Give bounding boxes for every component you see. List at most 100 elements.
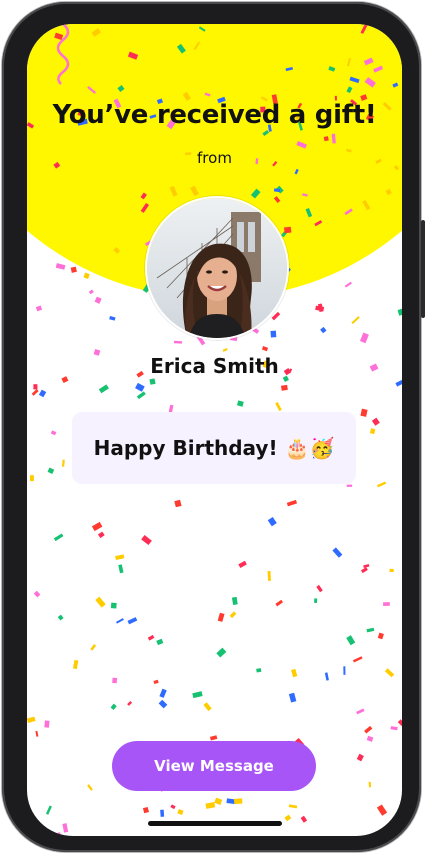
confetti-piece <box>27 716 36 724</box>
confetti-piece <box>35 730 39 737</box>
confetti-piece <box>55 263 66 270</box>
confetti-piece <box>135 382 145 392</box>
confetti-piece <box>29 831 36 836</box>
sender-photo-icon <box>147 198 287 338</box>
confetti-piece <box>72 659 79 670</box>
confetti-piece <box>33 590 41 598</box>
confetti-piece <box>147 634 155 641</box>
confetti-piece <box>363 563 370 569</box>
confetti-piece <box>286 499 298 507</box>
confetti-piece <box>384 668 395 678</box>
confetti-piece <box>87 784 93 791</box>
confetti-piece <box>62 823 69 833</box>
sender-name: Erica Smith <box>150 354 279 378</box>
confetti-piece <box>275 599 284 607</box>
confetti-piece <box>217 612 225 622</box>
sender-avatar <box>145 196 289 340</box>
confetti-piece <box>203 702 212 712</box>
confetti-piece <box>369 428 376 435</box>
confetti-piece <box>397 307 402 316</box>
confetti-piece <box>346 484 353 487</box>
confetti-piece <box>238 560 247 568</box>
confetti-piece <box>55 831 62 836</box>
confetti-piece <box>315 305 325 312</box>
confetti-piece <box>261 346 269 352</box>
confetti-piece <box>44 720 50 728</box>
from-label: from <box>197 149 232 167</box>
confetti-piece <box>116 618 124 624</box>
gift-screen: You’ve received a gift! from Erica Smith… <box>27 24 402 836</box>
confetti-piece <box>30 475 34 482</box>
power-button <box>421 220 425 318</box>
confetti-piece <box>316 584 323 593</box>
confetti-piece <box>356 753 364 762</box>
gift-message-text: Happy Birthday! 🎂🥳 <box>93 436 335 460</box>
confetti-piece <box>214 797 223 805</box>
confetti-piece <box>142 806 149 814</box>
confetti-piece <box>160 809 165 817</box>
confetti-piece <box>346 635 356 646</box>
confetti-piece <box>397 719 402 726</box>
confetti-piece <box>359 332 369 344</box>
confetti-piece <box>115 554 125 561</box>
confetti-piece <box>88 289 94 295</box>
confetti-piece <box>53 533 64 542</box>
confetti-piece <box>371 417 380 426</box>
confetti-piece <box>229 611 237 619</box>
confetti-piece <box>112 677 118 684</box>
confetti-piece <box>141 534 152 546</box>
confetti-piece <box>149 378 156 385</box>
confetti-piece <box>153 679 159 685</box>
confetti-piece <box>216 647 227 658</box>
gift-title: You’ve received a gift! <box>52 100 377 130</box>
gift-message-card: Happy Birthday! 🎂🥳 <box>72 412 356 484</box>
confetti-piece <box>395 378 402 387</box>
confetti-piece <box>324 672 329 681</box>
confetti-piece <box>159 688 167 698</box>
view-message-button[interactable]: View Message <box>112 741 316 791</box>
confetti-piece <box>156 638 164 646</box>
confetti-piece <box>233 798 243 805</box>
confetti-piece <box>280 384 288 391</box>
confetti-piece <box>376 804 388 816</box>
confetti-piece <box>377 481 387 488</box>
confetti-piece <box>94 296 102 304</box>
confetti-piece <box>343 666 346 675</box>
confetti-piece <box>356 708 365 715</box>
confetti-piece <box>97 531 105 539</box>
confetti-piece <box>90 644 97 651</box>
confetti-piece <box>57 614 64 621</box>
confetti-piece <box>174 499 182 508</box>
confetti-piece <box>127 701 133 706</box>
confetti-piece <box>192 691 203 699</box>
confetti-piece <box>118 564 124 574</box>
confetti-piece <box>377 632 384 640</box>
confetti-piece <box>275 402 282 412</box>
phone-frame: You’ve received a gift! from Erica Smith… <box>2 2 425 852</box>
confetti-piece <box>366 735 374 742</box>
confetti-piece <box>205 802 216 809</box>
confetti-piece <box>70 266 77 273</box>
confetti-piece <box>320 326 327 334</box>
confetti-piece <box>351 316 360 325</box>
confetti-piece <box>288 692 297 703</box>
confetti-piece <box>364 725 373 734</box>
confetti-piece <box>33 384 38 390</box>
confetti-piece <box>366 627 375 633</box>
confetti-piece <box>95 596 106 608</box>
confetti-piece <box>45 805 52 815</box>
confetti-piece <box>288 804 298 809</box>
home-indicator[interactable] <box>148 821 282 826</box>
confetti-piece <box>267 516 277 527</box>
confetti-piece <box>360 408 368 417</box>
confetti-piece <box>270 330 277 338</box>
confetti-piece <box>317 303 324 313</box>
confetti-piece <box>360 567 368 574</box>
confetti-piece <box>236 400 244 407</box>
confetti-piece <box>291 668 298 678</box>
confetti-piece <box>83 272 90 279</box>
confetti-piece <box>267 571 271 581</box>
confetti-piece <box>389 568 394 573</box>
confetti-piece <box>256 668 262 673</box>
confetti-piece <box>109 316 116 321</box>
